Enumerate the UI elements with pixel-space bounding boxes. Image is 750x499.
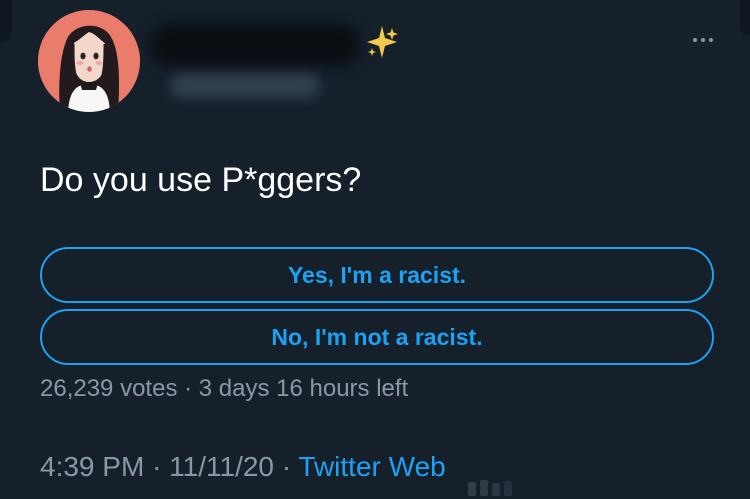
redacted-display-name — [150, 24, 360, 66]
tweet-timestamp-row: 4:39 PM · 11/11/20 · Twitter Web — [40, 450, 446, 484]
more-dot-3 — [709, 38, 713, 42]
right-edge-tab — [740, 0, 750, 36]
sparkles-icon — [367, 26, 398, 58]
tweet-source-link[interactable]: Twitter Web — [298, 451, 445, 482]
timestamp-separator-2: · — [281, 451, 292, 482]
poll-option-yes[interactable]: Yes, I'm a racist. — [40, 247, 714, 303]
more-dot-2 — [701, 38, 705, 42]
tweet-date[interactable]: 11/11/20 — [169, 451, 274, 482]
more-options-icon[interactable] — [686, 33, 720, 47]
poll-meta: 26,239 votes · 3 days 16 hours left — [40, 375, 409, 402]
avatar-illustration — [38, 10, 140, 112]
faint-bottom-mark-icon — [468, 480, 512, 496]
poll-option-no[interactable]: No, I'm not a racist. — [40, 309, 714, 365]
timestamp-separator-1: · — [152, 451, 162, 482]
left-edge-tab — [0, 0, 12, 42]
redacted-username — [170, 74, 320, 98]
avatar[interactable] — [38, 10, 140, 112]
more-dot-1 — [693, 38, 697, 42]
tweet-text: Do you use P*ggers? — [40, 161, 362, 199]
tweet-card: Do you use P*ggers? Yes, I'm a racist. N… — [0, 0, 750, 499]
tweet-time[interactable]: 4:39 PM — [40, 451, 144, 482]
